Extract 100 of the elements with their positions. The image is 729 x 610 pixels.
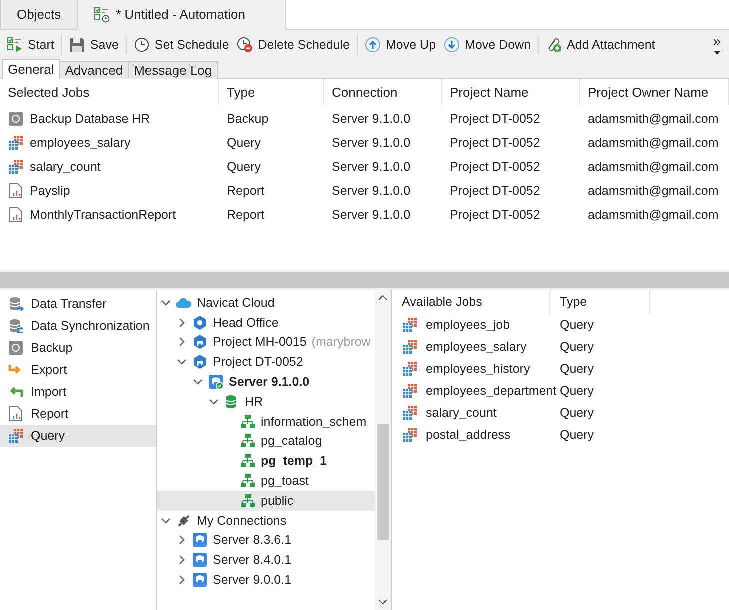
- tree-item[interactable]: Server 8.4.0.1: [157, 550, 375, 570]
- table-icon: [402, 427, 418, 443]
- overflow-button[interactable]: »: [709, 36, 725, 54]
- checklist-icon: [94, 6, 110, 22]
- tree-item[interactable]: Server 9.0.0.1: [157, 570, 375, 590]
- table-icon: [8, 159, 24, 175]
- toolbar-button[interactable]: Move Down: [441, 34, 534, 56]
- table-cell-text: Query: [226, 136, 262, 150]
- tree-item[interactable]: public: [157, 490, 375, 511]
- toolbar-button[interactable]: Set Schedule: [130, 34, 232, 56]
- category-item[interactable]: Backup: [0, 337, 156, 359]
- document-icon: [8, 183, 24, 199]
- job-name[interactable]: employees_salary: [426, 340, 527, 354]
- table-cell-text: Project DT-0052: [449, 112, 542, 126]
- hexagon-people-icon: [192, 334, 208, 350]
- job-name[interactable]: salary_count: [426, 406, 497, 420]
- table-cell-text: Report: [226, 208, 266, 222]
- job-name[interactable]: postal_address: [426, 428, 511, 442]
- hierarchy-icon: [240, 433, 256, 450]
- job-name: salary_count: [30, 160, 101, 174]
- document-tab[interactable]: Objects: [0, 0, 78, 29]
- document-icon: [8, 207, 24, 223]
- tab[interactable]: Message Log: [128, 61, 218, 79]
- column-header[interactable]: Type: [219, 79, 324, 105]
- hierarchy-icon: [240, 473, 256, 490]
- job-name[interactable]: employees_history: [426, 362, 530, 376]
- toolbar-button[interactable]: Save: [66, 34, 122, 56]
- table-cell-text: Server 9.1.0.0: [331, 112, 412, 126]
- table-cell-text: Server 9.1.0.0: [331, 208, 412, 222]
- table-cell-text: Report: [226, 184, 266, 198]
- table-icon: [402, 405, 418, 421]
- chevron-right-icon[interactable]: [177, 318, 187, 328]
- category-item[interactable]: Import: [0, 381, 156, 403]
- table-icon: [8, 428, 24, 444]
- table-cell-text: Project DT-0052: [449, 208, 542, 222]
- save-icon: [69, 37, 86, 53]
- chevron-right-icon[interactable]: [177, 337, 187, 348]
- hexagon-people-icon: [192, 354, 208, 370]
- job-name[interactable]: employees_department: [426, 384, 557, 398]
- tree-item[interactable]: Server 9.1.0.0: [157, 372, 375, 392]
- job-name: MonthlyTransactionReport: [30, 208, 176, 222]
- tree-item[interactable]: Project DT-0052: [157, 352, 375, 372]
- chevron-down-icon[interactable]: [177, 357, 187, 368]
- table-cell-text: Query: [559, 362, 596, 376]
- server-icon: [192, 552, 208, 568]
- table-cell-text: adamsmith@gmail.com: [587, 160, 720, 174]
- column-header[interactable]: Project Owner Name: [580, 79, 729, 105]
- category-item[interactable]: Data Synchronization: [0, 315, 156, 337]
- toolbar-button[interactable]: Start: [4, 34, 58, 56]
- tree-item[interactable]: pg_toast: [157, 471, 375, 491]
- chevron-down-icon[interactable]: [193, 377, 203, 388]
- table-cell-text: Query: [559, 318, 596, 332]
- tab[interactable]: General: [2, 59, 60, 79]
- column-header[interactable]: Available Jobs: [392, 290, 550, 314]
- toolbar-button[interactable]: Delete Schedule: [234, 34, 353, 56]
- table-cell-text: Backup: [226, 112, 270, 126]
- tree-item[interactable]: information_schem: [157, 412, 375, 432]
- chevron-down-icon[interactable]: [161, 298, 171, 308]
- chevron-right-icon[interactable]: [177, 555, 187, 566]
- tree-item[interactable]: HR: [157, 392, 375, 412]
- database-arrows-icon: [8, 318, 24, 334]
- hierarchy-icon: [240, 492, 256, 509]
- document-icon: [8, 406, 24, 422]
- column-header[interactable]: Selected Jobs: [0, 79, 219, 105]
- chevron-right-icon[interactable]: [177, 535, 187, 546]
- toolbar-button[interactable]: Add Attachment: [543, 34, 658, 56]
- column-header[interactable]: Connection: [324, 79, 442, 105]
- toolbar-button[interactable]: Move Up: [362, 34, 440, 56]
- tree-item[interactable]: pg_catalog: [157, 432, 375, 452]
- table-icon: [8, 135, 24, 151]
- table-cell-text: Project DT-0052: [449, 136, 542, 150]
- table-cell-text: Query: [226, 160, 262, 174]
- column-header[interactable]: Project Name: [442, 79, 580, 105]
- tab[interactable]: Advanced: [59, 61, 130, 79]
- category-item[interactable]: Report: [0, 403, 156, 425]
- chevron-down-icon[interactable]: [209, 396, 219, 407]
- plug-icon: [176, 512, 192, 529]
- tree-item[interactable]: Head Office: [157, 312, 375, 333]
- tree-item[interactable]: Server 8.3.6.1: [157, 530, 375, 550]
- tree-item[interactable]: pg_temp_1: [157, 451, 375, 472]
- tree-item[interactable]: Navicat Cloud: [157, 293, 375, 313]
- chevron-right-icon[interactable]: [177, 575, 187, 586]
- chevron-down-icon[interactable]: [161, 516, 171, 526]
- table-cell-text: adamsmith@gmail.com: [587, 112, 720, 126]
- table-cell-text: adamsmith@gmail.com: [587, 136, 720, 150]
- table-icon: [402, 361, 418, 377]
- category-item[interactable]: Data Transfer: [0, 293, 156, 315]
- tree-item[interactable]: Project MH-0015 (marybrow: [157, 332, 375, 352]
- scrollbar-thumb[interactable]: [377, 424, 389, 540]
- scrollbar-thumb[interactable]: [0, 272, 729, 288]
- table-cell-text: Server 9.1.0.0: [331, 184, 412, 198]
- category-item[interactable]: Export: [0, 359, 156, 381]
- job-name[interactable]: employees_job: [426, 318, 510, 332]
- column-header[interactable]: Type: [550, 290, 650, 314]
- caret-icon[interactable]: [714, 50, 721, 54]
- hierarchy-icon: [240, 414, 256, 430]
- job-name: Payslip: [30, 184, 70, 198]
- category-item[interactable]: Query: [0, 425, 156, 447]
- document-tab[interactable]: * Untitled - Automation: [77, 0, 286, 30]
- tree-item[interactable]: My Connections: [157, 510, 375, 531]
